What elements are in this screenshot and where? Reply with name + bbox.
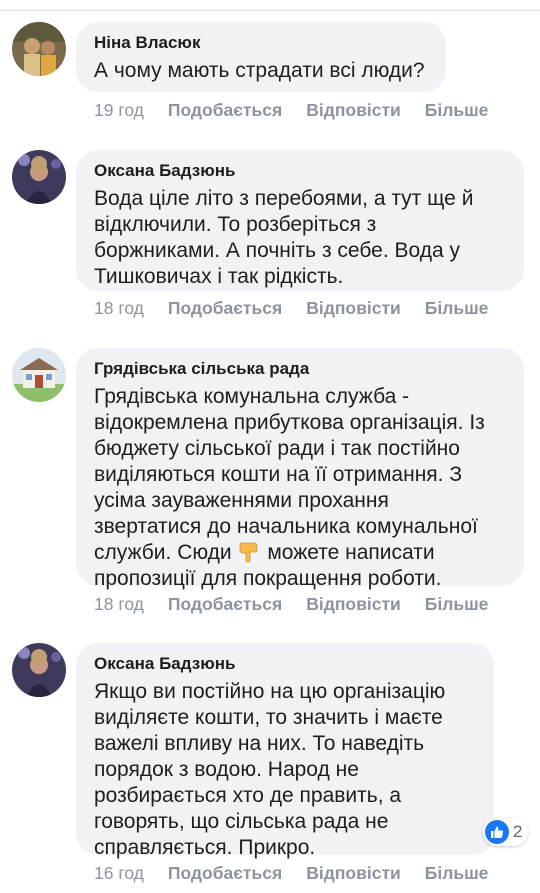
comment-bubble: Ніна Власюк А чому мають страдати всі лю… [76,22,446,92]
text-line: пропозиції для покращення роботи. [94,567,442,590]
like-link[interactable]: Подобається [168,862,282,884]
comment-bubble: Грядівська сільська рада Грядівська кому… [76,348,524,590]
comment-text: Вода ціле літо з перебоями, а тут ще й в… [94,187,474,288]
text-line: Грядівська комунальна служба - [94,385,410,408]
reply-link[interactable]: Відповісти [306,297,401,319]
comment-bubble: Оксана Бадзюнь Вода ціле літо з перебоям… [76,150,524,291]
pointing-down-hand-emoji [237,541,261,563]
top-divider [0,0,540,11]
text-line: звертатися до начальника комунальної [94,515,478,538]
comment-timestamp[interactable]: 18 год [94,297,144,319]
comments-page: Ніна Власюк А чому мають страдати всі лю… [0,0,540,893]
avatar[interactable] [12,22,66,76]
comment-actions: 19 год Подобається Відповісти Більше [94,99,512,121]
like-link[interactable]: Подобається [168,593,282,615]
reply-link[interactable]: Відповісти [306,593,401,615]
comment-text: А чому мають страдати всі люди? [94,59,425,82]
text-line: усіма зауваженнями прохання [94,489,389,512]
more-link[interactable]: Більше [425,297,489,319]
more-link[interactable]: Більше [425,593,489,615]
reply-link[interactable]: Відповісти [306,99,401,121]
more-link[interactable]: Більше [425,99,489,121]
text-fragment: служби. Сюди [94,541,232,564]
reaction-count: 2 [513,822,523,841]
text-fragment: можете написати [267,541,435,564]
comment-author[interactable]: Ніна Власюк [94,32,428,54]
thumbs-up-icon [485,820,509,844]
reaction-badge[interactable]: 2 [483,818,529,846]
comment-text: Грядівська комунальна служба - відокремл… [94,384,506,592]
comment-author[interactable]: Оксана Бадзюнь [94,653,476,675]
comment-bubble: Оксана Бадзюнь Якщо ви постійно на цю ор… [76,643,494,859]
avatar[interactable] [12,643,66,697]
comment-actions: 16 год Подобається Відповісти Більше [94,862,512,884]
comment-timestamp[interactable]: 19 год [94,99,144,121]
like-link[interactable]: Подобається [168,99,282,121]
avatar[interactable] [12,348,66,402]
comment-actions: 18 год Подобається Відповісти Більше [94,593,512,615]
text-line: служби. Сюди можете написати [94,540,506,566]
comment-text: Якщо ви постійно на цю організацію виділ… [94,680,446,859]
comment-actions: 18 год Подобається Відповісти Більше [94,297,512,319]
comment-timestamp[interactable]: 16 год [94,862,144,884]
like-link[interactable]: Подобається [168,297,282,319]
reply-link[interactable]: Відповісти [306,862,401,884]
text-line: бюджету сільської ради і так постійно [94,437,460,460]
comment-author[interactable]: Оксана Бадзюнь [94,160,506,182]
text-line: виділяються кошти на її отримання. З [94,463,463,486]
more-link[interactable]: Більше [425,862,489,884]
avatar[interactable] [12,150,66,204]
text-line: відокремлена прибуткова організація. Із [94,411,485,434]
comment-author[interactable]: Грядівська сільська рада [94,358,506,380]
comment-timestamp[interactable]: 18 год [94,593,144,615]
